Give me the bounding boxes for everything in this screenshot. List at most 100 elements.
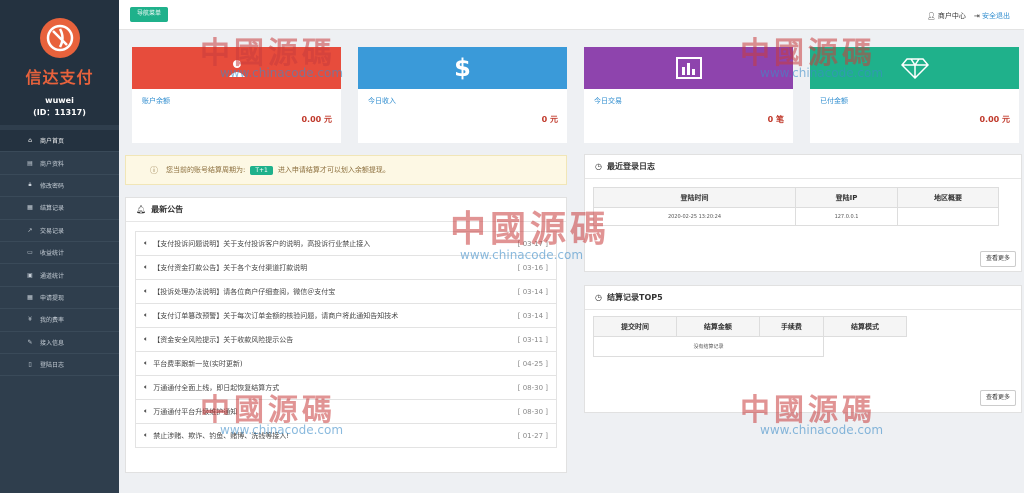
login-log-panel: ◷ 最近登录日志 登陆时间 登陆IP 地区概要 2020-02-25 13:20… xyxy=(584,154,1022,272)
stat-card-header xyxy=(584,47,793,89)
user-icon: 👤︎ xyxy=(926,12,936,20)
calendar-check-icon: ▦ xyxy=(27,293,33,301)
announcement-title: 【支付订单篡改预警】关于每次订单金额的核验问题，请商户将此通知告知技术 xyxy=(153,311,399,320)
lock-icon: 🔒︎ xyxy=(28,181,32,189)
sidebar-item-label: 通道统计 xyxy=(40,272,65,280)
sidebar-item-label: 登陆日志 xyxy=(40,362,65,370)
topbar-actions: 👤︎ 商户中心 ⇥ 安全退出 xyxy=(927,11,1010,21)
column-header: 结算模式 xyxy=(823,316,907,337)
stat-card-header xyxy=(132,47,341,89)
topbar: 导航菜单 👤︎ 商户中心 ⇥ 安全退出 xyxy=(119,0,1024,30)
announcement-item[interactable]: 🔈︎ 万通通付全面上线，即日起恢复结算方式 [ 08-30 ] xyxy=(135,375,557,400)
announcement-item[interactable]: 🔈︎ 禁止涉赌、欺诈、钓鱼、赌博、洗钱等接入! [ 01-27 ] xyxy=(135,423,557,448)
sidebar-item-login-log[interactable]: ▯ 登陆日志 xyxy=(0,354,119,377)
announcements-panel: 🔔︎ 最新公告 🔈︎ 【支付投诉问题说明】关于支付投诉客户的说明，高投诉行业禁止接… xyxy=(125,197,567,473)
sidebar: 信达支付 wuwei (ID：11317) ⌂ 商户首页 ▤ 商户资料 🔒︎ 修… xyxy=(0,0,119,493)
table-header-row: 登陆时间 登陆IP 地区概要 xyxy=(593,187,999,208)
dollar-icon: $ xyxy=(454,54,471,82)
sidebar-item-income[interactable]: ▭ 收益统计 xyxy=(0,242,119,265)
table-cell: 2020-02-25 13:20:24 xyxy=(593,207,796,226)
stat-label: 今日收入 xyxy=(368,97,396,105)
sidebar-item-api-info[interactable]: ✎ 接入信息 xyxy=(0,332,119,354)
stat-card-balance: 账户余额 0.00 元 xyxy=(132,47,341,143)
announcement-item[interactable]: 🔈︎ 【支付资金打款公告】关于各个支付渠道打款说明 [ 03-16 ] xyxy=(135,255,557,280)
brand-block: 信达支付 wuwei (ID：11317) xyxy=(0,0,119,125)
announcement-date: [ 08-30 ] xyxy=(517,407,548,416)
speaker-icon: 🔈︎ xyxy=(144,407,149,415)
logout-label: 安全退出 xyxy=(982,12,1010,20)
stat-card-header: $ xyxy=(358,47,567,89)
merchant-center-link[interactable]: 👤︎ 商户中心 xyxy=(927,11,966,21)
announcement-item[interactable]: 🔈︎ 【投诉处理办法说明】请各位商户仔细查阅，微信＠支付宝 [ 03-14 ] xyxy=(135,279,557,304)
column-header: 地区概要 xyxy=(897,187,999,208)
sidebar-item-label: 交易记录 xyxy=(40,227,65,235)
stat-value: 0.00 元 xyxy=(979,115,1010,124)
announcement-date: [ 03-11 ] xyxy=(517,335,548,344)
calendar-icon: ▦ xyxy=(27,204,33,212)
stat-card-paid-amount: 已付金额 0.00 元 xyxy=(810,47,1019,143)
sidebar-item-label: 接入信息 xyxy=(40,339,65,347)
announcement-item[interactable]: 🔈︎ 【资金安全风险提示】关于收款风险提示公告 [ 03-11 ] xyxy=(135,327,557,352)
sidebar-item-profile[interactable]: ▤ 商户资料 xyxy=(0,152,119,175)
announcement-title: 禁止涉赌、欺诈、钓鱼、赌博、洗钱等接入! xyxy=(153,431,290,440)
login-log-table: 登陆时间 登陆IP 地区概要 2020-02-25 13:20:24 127.0… xyxy=(593,187,999,226)
sidebar-nav: ⌂ 商户首页 ▤ 商户资料 🔒︎ 修改密码 ▦ 结算记录 ↗ 交易记录 ▭ 收益… xyxy=(0,130,119,377)
sidebar-item-rates[interactable]: ¥ 我的费率 xyxy=(0,309,119,332)
announcement-item[interactable]: 🔈︎ 【支付投诉问题说明】关于支付投诉客户的说明，高投诉行业禁止接入 [ 03-17… xyxy=(135,231,557,256)
speaker-icon: 🔈︎ xyxy=(144,359,149,367)
stat-label: 今日交易 xyxy=(594,97,622,105)
announcement-item[interactable]: 🔈︎ 万通通付平台升级维护通知 [ 08-30 ] xyxy=(135,399,557,424)
settlement-cycle-badge: T+1 xyxy=(250,165,273,175)
column-header: 登陆IP xyxy=(795,187,898,208)
merchant-name: wuwei xyxy=(45,96,74,105)
calculator-icon: ▣ xyxy=(27,271,33,279)
merchant-id: (ID：11317) xyxy=(33,108,86,117)
notice-prefix: 您当前的账号结算周期为: xyxy=(166,166,246,174)
sidebar-item-label: 商户资料 xyxy=(40,160,65,168)
merchant-center-label: 商户中心 xyxy=(937,12,966,20)
login-log-more-button[interactable]: 查看更多 xyxy=(979,251,1016,267)
table-cell: 127.0.0.1 xyxy=(795,207,898,226)
info-icon: ⓘ xyxy=(150,165,158,175)
table-row: 2020-02-25 13:20:24 127.0.0.1 xyxy=(593,207,999,226)
announcement-title: 万通通付全面上线，即日起恢复结算方式 xyxy=(153,383,280,392)
sidebar-item-channels[interactable]: ▣ 通道统计 xyxy=(0,264,119,287)
table-header-row: 提交时间 结算金额 手续费 结算模式 xyxy=(593,316,907,337)
announcement-item[interactable]: 🔈︎ 平台费率跟新一览(实时更新) [ 04-25 ] xyxy=(135,351,557,376)
sidebar-item-label: 申请提现 xyxy=(40,294,65,302)
announcement-item[interactable]: 🔈︎ 【支付订单篡改预警】关于每次订单金额的核验问题，请商户将此通知告知技术 [ 0… xyxy=(135,303,557,328)
announcement-title: 【支付投诉问题说明】关于支付投诉客户的说明，高投诉行业禁止接入 xyxy=(153,239,371,248)
diamond-icon xyxy=(900,58,929,79)
settlement-cycle-notice: ⓘ 您当前的账号结算周期为: T+1 进入申请结算才可以划入余额提现。 xyxy=(125,155,567,185)
brand-logo-icon xyxy=(39,18,80,58)
nav-menu-button[interactable]: 导航菜单 xyxy=(130,7,169,22)
sidebar-item-label: 修改密码 xyxy=(40,182,65,190)
announcement-date: [ 04-25 ] xyxy=(517,359,548,368)
stat-value: 0.00 元 xyxy=(301,115,332,124)
yen-icon: ¥ xyxy=(28,316,32,324)
notice-suffix: 进入申请结算才可以划入余额提现。 xyxy=(277,166,390,174)
file-icon: ▯ xyxy=(28,361,32,369)
sidebar-item-password[interactable]: 🔒︎ 修改密码 xyxy=(0,175,119,198)
stat-label: 已付金额 xyxy=(820,97,848,105)
panel-title: ◷ 结算记录TOP5 xyxy=(585,286,1021,310)
announcement-title: 【支付资金打款公告】关于各个支付渠道打款说明 xyxy=(153,263,308,272)
announcement-list: 🔈︎ 【支付投诉问题说明】关于支付投诉客户的说明，高投诉行业禁止接入 [ 03-17… xyxy=(135,231,557,448)
sidebar-item-withdraw[interactable]: ▦ 申请提现 xyxy=(0,287,119,310)
chart-icon: ↗ xyxy=(27,226,33,234)
announcement-title: 【资金安全风险提示】关于收款风险提示公告 xyxy=(153,335,294,344)
speaker-icon: 🔈︎ xyxy=(144,287,149,295)
home-icon: ⌂ xyxy=(28,137,32,145)
panel-title: 🔔︎ 最新公告 xyxy=(126,198,566,222)
speaker-icon: 🔈︎ xyxy=(144,335,149,343)
announcement-title: 万通通付平台升级维护通知 xyxy=(153,407,238,416)
sidebar-item-home[interactable]: ⌂ 商户首页 xyxy=(0,130,119,153)
sidebar-item-transactions[interactable]: ↗ 交易记录 xyxy=(0,220,119,242)
column-header: 手续费 xyxy=(758,316,825,337)
table-cell xyxy=(897,207,999,226)
sidebar-item-settlements[interactable]: ▦ 结算记录 xyxy=(0,197,119,220)
speaker-icon: 🔈︎ xyxy=(144,383,149,391)
settlement-more-button[interactable]: 查看更多 xyxy=(979,390,1016,406)
announcement-title: 平台费率跟新一览(实时更新) xyxy=(153,359,243,368)
logout-link[interactable]: ⇥ 安全退出 xyxy=(974,11,1010,21)
